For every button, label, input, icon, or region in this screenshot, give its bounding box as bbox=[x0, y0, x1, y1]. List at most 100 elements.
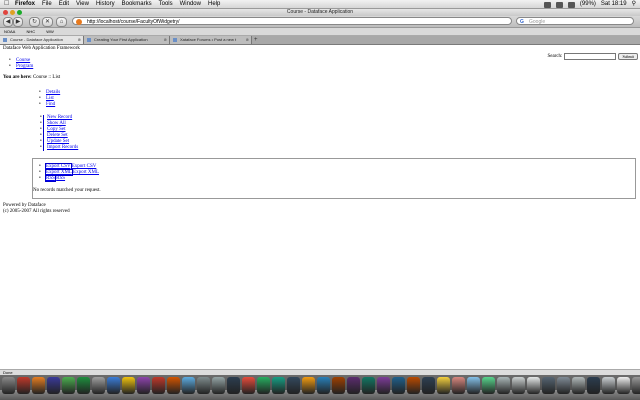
home-button[interactable]: ⌂ bbox=[56, 17, 67, 27]
dock-app-icon[interactable] bbox=[92, 377, 105, 394]
dock-app-icon[interactable] bbox=[227, 377, 240, 394]
dock-app-icon[interactable] bbox=[287, 377, 300, 394]
dock-app-icon[interactable] bbox=[122, 377, 135, 394]
close-window-icon[interactable] bbox=[3, 10, 8, 15]
dock-app-icon[interactable] bbox=[152, 377, 165, 394]
rss-link[interactable]: RSS bbox=[56, 176, 65, 181]
tab-list[interactable]: List bbox=[46, 96, 54, 101]
export-csv-icon-link[interactable]: Export CSV bbox=[45, 163, 72, 170]
dock-app-icon[interactable] bbox=[137, 377, 150, 394]
dock-app-icon[interactable] bbox=[437, 377, 450, 394]
dock-app-icon[interactable] bbox=[407, 377, 420, 394]
battery-icon[interactable] bbox=[567, 1, 575, 8]
dock-app-icon[interactable] bbox=[617, 377, 630, 394]
url-text: http://localhost/course/FacultyOfWidgetr… bbox=[87, 19, 180, 25]
dock-app-icon[interactable] bbox=[332, 377, 345, 394]
tab-creating-first-app[interactable]: Creating Your First Application ⊗ bbox=[84, 36, 170, 44]
dock-app-icon[interactable] bbox=[257, 377, 270, 394]
search-input[interactable] bbox=[564, 53, 617, 60]
apple-menu-icon[interactable]:  bbox=[4, 0, 9, 8]
dock-app-icon[interactable] bbox=[62, 377, 75, 394]
menu-history[interactable]: History bbox=[96, 0, 115, 8]
dock-app-icon[interactable] bbox=[422, 377, 435, 394]
dock-app-icon[interactable] bbox=[272, 377, 285, 394]
dock-app-icon[interactable] bbox=[302, 377, 315, 394]
menu-view[interactable]: View bbox=[76, 0, 89, 8]
window-controls bbox=[3, 10, 22, 15]
dock-app-icon[interactable] bbox=[527, 377, 540, 394]
clock[interactable]: Sat 18:19 bbox=[601, 0, 627, 8]
delete-set-link[interactable]: Delete Set bbox=[47, 133, 68, 138]
import-records-link[interactable]: Import Records bbox=[47, 145, 78, 150]
dock-app-icon[interactable] bbox=[572, 377, 585, 394]
new-tab-button[interactable]: + bbox=[254, 36, 258, 44]
table-link-course[interactable]: Course bbox=[16, 58, 30, 63]
rss-icon-link[interactable]: RSS bbox=[45, 175, 56, 182]
dock-app-icon[interactable] bbox=[17, 377, 30, 394]
dock-app-icon[interactable] bbox=[77, 377, 90, 394]
dock-app-icon[interactable] bbox=[557, 377, 570, 394]
dock-app-icon[interactable] bbox=[212, 377, 225, 394]
dock-app-icon[interactable] bbox=[377, 377, 390, 394]
bookmark-noaa[interactable]: NOAA bbox=[4, 29, 15, 34]
menu-file[interactable]: File bbox=[42, 0, 52, 8]
zoom-window-icon[interactable] bbox=[17, 10, 22, 15]
stop-button[interactable]: ✕ bbox=[42, 17, 53, 27]
tab-close-icon[interactable]: ⊗ bbox=[164, 36, 167, 44]
dock-app-icon[interactable] bbox=[2, 377, 15, 394]
export-xml-link[interactable]: Export XML bbox=[73, 170, 99, 175]
show-all-link[interactable]: Show All bbox=[47, 121, 66, 126]
search-submit-button[interactable]: Submit bbox=[618, 53, 638, 60]
volume-icon[interactable] bbox=[555, 1, 563, 8]
web-search-input[interactable]: G Google bbox=[516, 17, 634, 25]
tab-close-icon[interactable]: ⊗ bbox=[246, 36, 249, 44]
export-xml-icon-link[interactable]: Export XML bbox=[45, 169, 73, 176]
bookmark-nhc[interactable]: NHC bbox=[26, 29, 35, 34]
google-icon[interactable]: G bbox=[520, 18, 524, 26]
dock-app-icon[interactable] bbox=[392, 377, 405, 394]
dock-app-icon[interactable] bbox=[167, 377, 180, 394]
tab-xataface-forums[interactable]: Xataface Forums • Post a new t ⊗ bbox=[170, 36, 252, 44]
tab-details[interactable]: Details bbox=[46, 90, 60, 95]
dock-app-icon[interactable] bbox=[512, 377, 525, 394]
dock-app-icon[interactable] bbox=[197, 377, 210, 394]
url-bar[interactable]: http://localhost/course/FacultyOfWidgetr… bbox=[72, 17, 512, 25]
dock-app-icon[interactable] bbox=[347, 377, 360, 394]
tab-close-icon[interactable]: ⊗ bbox=[78, 36, 81, 44]
bookmark-ww[interactable]: WW bbox=[46, 29, 54, 34]
back-button[interactable]: ◀ bbox=[3, 17, 13, 27]
export-csv-link[interactable]: Export CSV bbox=[72, 164, 97, 169]
dock-app-icon[interactable] bbox=[482, 377, 495, 394]
wifi-icon[interactable] bbox=[543, 1, 551, 8]
dock-app-icon[interactable] bbox=[182, 377, 195, 394]
tab-course[interactable]: Course - Dataface Application ⊗ bbox=[0, 36, 84, 44]
dock-app-icon[interactable] bbox=[542, 377, 555, 394]
menu-bookmarks[interactable]: Bookmarks bbox=[122, 0, 152, 8]
menu-firefox[interactable]: Firefox bbox=[15, 0, 35, 8]
forward-button[interactable]: ▶ bbox=[13, 17, 23, 27]
dock-app-icon[interactable] bbox=[107, 377, 120, 394]
menu-tools[interactable]: Tools bbox=[159, 0, 173, 8]
tab-find[interactable]: Find bbox=[46, 102, 55, 107]
dock-app-icon[interactable] bbox=[602, 377, 615, 394]
dock-app-icon[interactable] bbox=[497, 377, 510, 394]
menu-help[interactable]: Help bbox=[208, 0, 220, 8]
new-record-link[interactable]: New Record bbox=[47, 115, 72, 120]
menu-edit[interactable]: Edit bbox=[59, 0, 69, 8]
copy-set-link[interactable]: Copy Set bbox=[47, 127, 65, 132]
dock-app-icon[interactable] bbox=[47, 377, 60, 394]
menu-window[interactable]: Window bbox=[180, 0, 201, 8]
minimize-window-icon[interactable] bbox=[10, 10, 15, 15]
dock-app-icon[interactable] bbox=[452, 377, 465, 394]
table-link-program[interactable]: Program bbox=[16, 64, 33, 69]
reload-button[interactable]: ↻ bbox=[29, 17, 40, 27]
dock-app-icon[interactable] bbox=[467, 377, 480, 394]
dock-app-icon[interactable] bbox=[32, 377, 45, 394]
dock-app-icon[interactable] bbox=[317, 377, 330, 394]
dock-app-icon[interactable] bbox=[587, 377, 600, 394]
dock-app-icon[interactable] bbox=[632, 377, 640, 394]
dock-app-icon[interactable] bbox=[242, 377, 255, 394]
spotlight-icon[interactable]: ⚲ bbox=[632, 0, 636, 8]
dock-app-icon[interactable] bbox=[362, 377, 375, 394]
update-set-link[interactable]: Update Set bbox=[47, 139, 69, 144]
